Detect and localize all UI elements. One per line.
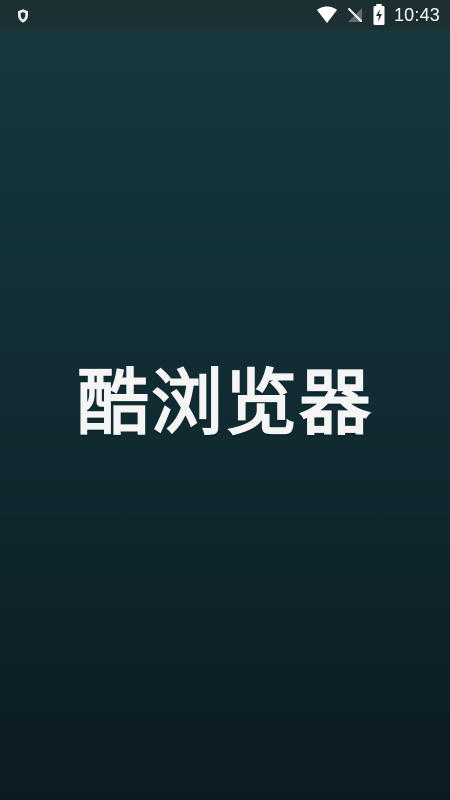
app-title: 酷浏览器 <box>76 361 373 445</box>
status-icons: 10:43 <box>316 4 440 26</box>
splash-screen: 10:43 酷浏览器 <box>0 0 450 800</box>
battery-charging-icon <box>372 4 386 26</box>
wifi-icon <box>316 6 338 24</box>
status-bar: 10:43 <box>0 0 450 30</box>
shield-icon <box>15 8 31 24</box>
no-signal-icon <box>346 6 364 24</box>
status-time: 10:43 <box>393 5 440 25</box>
